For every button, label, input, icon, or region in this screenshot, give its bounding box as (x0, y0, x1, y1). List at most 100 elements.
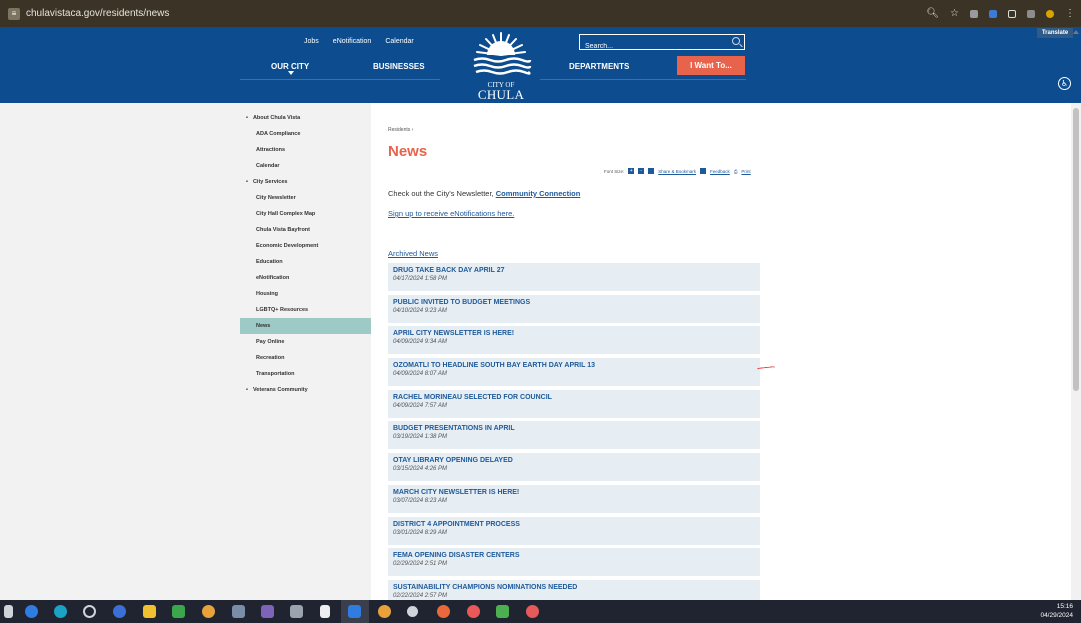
nav-businesses[interactable]: BUSINESSES (373, 62, 425, 71)
clock-date: 04/29/2024 (1040, 612, 1073, 619)
news-item[interactable]: OTAY LIBRARY OPENING DELAYED 03/15/2024 4… (388, 453, 760, 482)
top-link-jobs[interactable]: Jobs (304, 38, 319, 45)
font-increase-button[interactable]: + (628, 168, 635, 174)
scroll-up-arrow-icon[interactable] (1073, 30, 1079, 34)
sidebar-item-veterans[interactable]: Veterans Community (240, 382, 371, 398)
sidebar-item-housing[interactable]: Housing (240, 286, 371, 302)
breadcrumb[interactable]: Residents › (388, 127, 413, 133)
edge-browser-icon[interactable] (54, 605, 67, 618)
news-item[interactable]: RACHEL MORINEAU SELECTED FOR COUNCIL 04/0… (388, 389, 760, 418)
news-title[interactable]: OTAY LIBRARY OPENING DELAYED (393, 457, 760, 464)
taskbar-app-icon[interactable] (290, 605, 303, 618)
browser-menu-icon[interactable]: ⋮ (1065, 0, 1075, 27)
news-title[interactable]: BUDGET PRESENTATIONS IN APRIL (393, 425, 760, 432)
taskbar-app-icon[interactable] (232, 605, 245, 618)
taskbar-app-icon[interactable] (348, 605, 361, 618)
sidebar-item-newsletter[interactable]: City Newsletter (240, 190, 371, 206)
chrome-browser-icon[interactable] (202, 605, 215, 618)
site-info-icon[interactable]: ≡ (8, 7, 20, 20)
feedback-link[interactable]: Feedback (710, 169, 730, 174)
sidebar-item-lgbtq[interactable]: LGBTQ+ Resources (240, 302, 371, 318)
taskbar-app-icon[interactable] (25, 605, 38, 618)
scrollbar-thumb[interactable] (1073, 108, 1079, 391)
translate-button[interactable]: Translate (1037, 28, 1073, 38)
taskbar-app-icon[interactable] (261, 605, 274, 618)
news-title[interactable]: RACHEL MORINEAU SELECTED FOR COUNCIL (393, 394, 760, 401)
search-box (579, 34, 745, 54)
sidebar-item-city-services[interactable]: City Services (240, 174, 371, 190)
city-logo[interactable]: CITY OF CHULA VISTA (460, 29, 542, 118)
sidebar-item-city-hall-map[interactable]: City Hall Complex Map (240, 206, 371, 222)
system-clock[interactable]: 15:16 04/29/2024 (1040, 602, 1073, 620)
font-size-label: Font Size: (604, 168, 625, 174)
chrome-browser-icon[interactable] (526, 605, 539, 618)
search-icon[interactable] (732, 37, 740, 45)
chrome-browser-icon[interactable] (437, 605, 450, 618)
news-title[interactable]: FEMA OPENING DISASTER CENTERS (393, 552, 760, 559)
document-app-icon[interactable] (320, 605, 330, 618)
nav-departments[interactable]: DEPARTMENTS (569, 62, 629, 71)
sidebar-item-economic-development[interactable]: Economic Development (240, 238, 371, 254)
settings-gear-icon[interactable] (407, 606, 418, 617)
news-item[interactable]: PUBLIC INVITED TO BUDGET MEETINGS 04/10/2… (388, 294, 760, 323)
news-title[interactable]: DRUG TAKE BACK DAY APRIL 27 (393, 267, 760, 274)
font-decrease-button[interactable]: - (638, 168, 645, 174)
start-menu-icon[interactable] (4, 605, 13, 618)
share-bookmark-link[interactable]: Share & Bookmark (658, 169, 696, 174)
taskbar-app-icon[interactable] (113, 605, 126, 618)
enotification-signup-link[interactable]: Sign up to receive eNotifications here. (388, 209, 514, 218)
sidebar-item-ada[interactable]: ADA Compliance (240, 126, 371, 142)
breadcrumb-link[interactable]: Residents (388, 127, 410, 133)
sidebar-item-transportation[interactable]: Transportation (240, 366, 371, 382)
file-explorer-icon[interactable] (143, 605, 156, 618)
sidebar-item-enotification[interactable]: eNotification (240, 270, 371, 286)
news-item[interactable]: MARCH CITY NEWSLETTER IS HERE! 03/07/2024… (388, 484, 760, 513)
profile-avatar[interactable] (1046, 9, 1054, 18)
browser-actions: 🔍︎ ☆ ⋮ (926, 0, 1075, 27)
sidebar-item-news[interactable]: News (240, 318, 371, 334)
news-item[interactable]: DRUG TAKE BACK DAY APRIL 27 04/17/2024 1:… (388, 263, 760, 291)
news-title[interactable]: SUSTAINABILITY CHAMPIONS NOMINATIONS NEE… (393, 584, 760, 591)
sidebar-item-education[interactable]: Education (240, 254, 371, 270)
taskbar-app-icon[interactable] (496, 605, 509, 618)
news-item[interactable]: DISTRICT 4 APPOINTMENT PROCESS 03/01/2024… (388, 516, 760, 545)
search-input[interactable] (580, 39, 720, 54)
news-title[interactable]: APRIL CITY NEWSLETTER IS HERE! (393, 330, 760, 337)
news-title[interactable]: DISTRICT 4 APPOINTMENT PROCESS (393, 521, 760, 528)
sidebar-item-recreation[interactable]: Recreation (240, 350, 371, 366)
sidebar-item-attractions[interactable]: Attractions (240, 142, 371, 158)
nav-our-city[interactable]: OUR CITY (271, 62, 309, 71)
taskbar-app-icon[interactable] (172, 605, 185, 618)
news-item[interactable]: BUDGET PRESENTATIONS IN APRIL 03/19/2024 … (388, 421, 760, 450)
top-link-calendar[interactable]: Calendar (385, 38, 413, 45)
sidebar-item-calendar[interactable]: Calendar (240, 158, 371, 174)
community-connection-link[interactable]: Community Connection (496, 189, 581, 198)
news-item[interactable]: FEMA OPENING DISASTER CENTERS 02/29/2024 … (388, 548, 760, 577)
accessibility-icon[interactable]: ♿︎ (1058, 77, 1071, 90)
i-want-to-button[interactable]: I Want To... (677, 56, 745, 75)
reading-list-icon[interactable] (1027, 9, 1035, 18)
chrome-browser-icon[interactable] (467, 605, 480, 618)
extension-icon[interactable] (970, 9, 978, 18)
extension-icon[interactable] (989, 9, 997, 18)
news-item[interactable]: APRIL CITY NEWSLETTER IS HERE! 04/09/2024… (388, 326, 760, 355)
news-title[interactable]: OZOMATLI TO HEADLINE SOUTH BAY EARTH DAY… (393, 362, 760, 369)
taskbar-app-icon[interactable] (83, 605, 96, 618)
bookmark-star-icon[interactable]: ☆ (950, 0, 959, 27)
sidebar-item-bayfront[interactable]: Chula Vista Bayfront (240, 222, 371, 238)
sidebar-nav: About Chula Vista ADA Compliance Attract… (240, 110, 371, 398)
address-bar[interactable]: chulavistaca.gov/residents/news (26, 8, 169, 19)
chrome-browser-icon[interactable] (378, 605, 391, 618)
sidebar-item-pay-online[interactable]: Pay Online (240, 334, 371, 350)
page-scrollbar[interactable] (1071, 103, 1081, 600)
print-link[interactable]: Print (741, 169, 750, 174)
feedback-icon (700, 168, 707, 174)
archived-news-link[interactable]: Archived News (388, 249, 438, 258)
sidebar-item-about[interactable]: About Chula Vista (240, 110, 371, 126)
top-link-enotification[interactable]: eNotification (333, 38, 372, 45)
extensions-puzzle-icon[interactable] (1008, 9, 1016, 18)
news-item[interactable]: OZOMATLI TO HEADLINE SOUTH BAY EARTH DAY… (388, 358, 760, 387)
news-title[interactable]: PUBLIC INVITED TO BUDGET MEETINGS (393, 299, 760, 306)
zoom-icon[interactable]: 🔍︎ (926, 0, 939, 27)
news-title[interactable]: MARCH CITY NEWSLETTER IS HERE! (393, 489, 760, 496)
